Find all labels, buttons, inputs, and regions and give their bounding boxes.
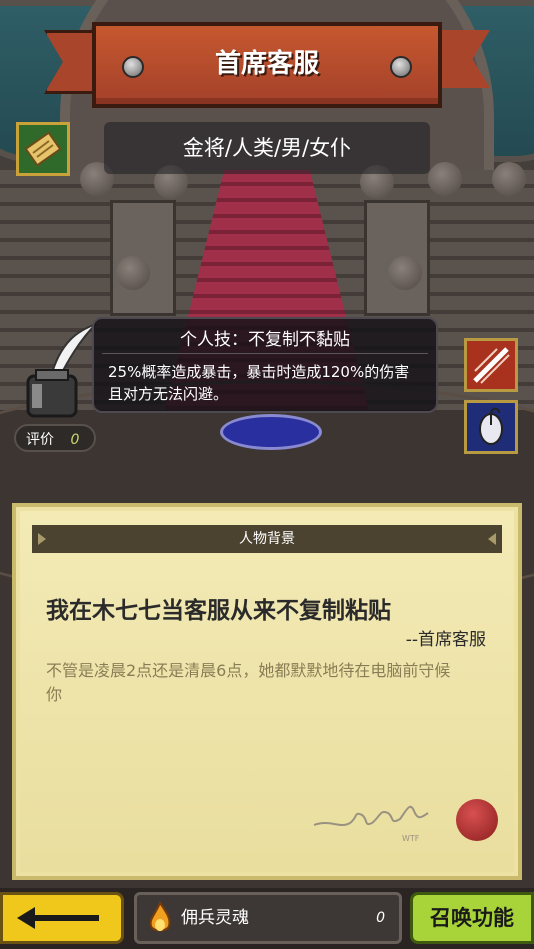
background-card: 人物背景 我在木七七当客服从来不复制粘贴 --首席客服 不管是凌晨2点还是清晨6… (12, 503, 522, 880)
svg-text:WTF: WTF (402, 834, 420, 843)
character-story: 不管是凌晨2点还是清晨6点，她都默默地待在电脑前守候你 (46, 661, 451, 704)
back-button[interactable] (0, 892, 124, 944)
soul-label: 佣兵灵魂 (181, 908, 249, 928)
scroll-icon (24, 131, 62, 167)
mouse-icon (479, 407, 503, 445)
skill-tooltip: 个人技：不复制不黏贴 25%概率造成暴击，暴击时造成120%的伤害且对方无法闪避… (92, 317, 438, 413)
card-header: 人物背景 (32, 525, 502, 553)
character-tags: 金将/人类/男/女仆 (104, 122, 430, 174)
pillar-post (116, 256, 150, 290)
ink-quill-icon (20, 320, 100, 420)
soul-counter: 佣兵灵魂 0 (134, 892, 402, 944)
header-triangle-icon (488, 533, 496, 545)
rating-badge: 评价 0 (14, 424, 96, 452)
character-quote: 我在木七七当客服从来不复制粘贴 (46, 598, 391, 624)
sword-slash-icon (473, 347, 510, 384)
rating-value: 0 (70, 432, 80, 448)
game-scene: 首席客服 金将/人类/男/女仆 评价 0 个人技：不复制不黏贴 25%概率造成暴… (0, 0, 534, 949)
page-title: 首席客服 (214, 49, 319, 79)
sword-skill-button[interactable] (464, 338, 518, 392)
stair-rail-left (110, 200, 176, 316)
card-header-label: 人物背景 (239, 531, 295, 547)
card-paper: 人物背景 我在木七七当客服从来不复制粘贴 --首席客服 不管是凌晨2点还是清晨6… (20, 511, 514, 872)
skill-title: 个人技：不复制不黏贴 (180, 330, 350, 350)
scroll-button[interactable] (16, 122, 70, 176)
skill-divider (102, 353, 428, 354)
signature-icon: WTF (313, 805, 429, 843)
rating-label: 评价 (26, 432, 54, 448)
banner-plate: 首席客服 (92, 22, 442, 108)
flame-soul-icon (149, 901, 171, 932)
summon-button[interactable]: 召唤功能 (410, 892, 534, 944)
skill-description: 25%概率造成暴击，暴击时造成120%的伤害且对方无法闪避。 (108, 363, 410, 403)
wax-seal-icon (456, 799, 498, 841)
header-triangle-icon (38, 533, 46, 545)
back-arrow-icon (17, 907, 99, 929)
quote-author: --首席客服 (405, 630, 486, 650)
pillar-post (492, 162, 526, 196)
character-pedestal (220, 414, 322, 450)
mouse-skill-button[interactable] (464, 400, 518, 454)
pillar-post (428, 162, 462, 196)
soul-value: 0 (376, 910, 385, 926)
title-banner: 首席客服 (44, 22, 490, 112)
pillar-post (388, 256, 422, 290)
